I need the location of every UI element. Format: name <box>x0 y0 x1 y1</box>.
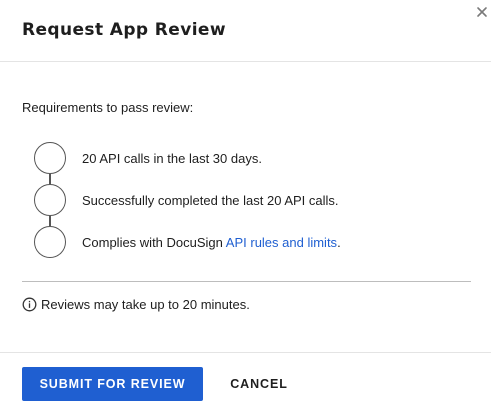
requirement-item: Successfully completed the last 20 API c… <box>34 184 474 226</box>
request-app-review-dialog: Request App Review Requirements to pass … <box>0 0 491 405</box>
step-connector <box>49 174 51 184</box>
requirement-text: Complies with DocuSign API rules and lim… <box>82 235 341 250</box>
dialog-footer: SUBMIT FOR REVIEW CANCEL <box>0 352 491 405</box>
status-circle-icon <box>34 142 66 174</box>
status-circle-icon <box>34 184 66 216</box>
review-time-note: Reviews may take up to 20 minutes. <box>22 297 250 312</box>
step-connector <box>49 216 51 226</box>
dialog-title: Request App Review <box>22 20 226 40</box>
status-circle-icon <box>34 226 66 258</box>
requirement-item: 20 API calls in the last 30 days. <box>34 142 474 184</box>
info-icon <box>22 297 37 312</box>
api-rules-link[interactable]: API rules and limits <box>226 235 337 250</box>
requirement-text: Successfully completed the last 20 API c… <box>82 193 339 208</box>
requirements-intro: Requirements to pass review: <box>22 100 194 115</box>
requirement-item: Complies with DocuSign API rules and lim… <box>34 226 474 268</box>
cancel-button[interactable]: CANCEL <box>222 367 296 401</box>
requirement-text: 20 API calls in the last 30 days. <box>82 151 262 166</box>
close-icon <box>477 7 487 17</box>
note-text: Reviews may take up to 20 minutes. <box>41 297 250 312</box>
requirement-text-suffix: . <box>337 235 341 250</box>
close-button[interactable] <box>474 4 490 20</box>
submit-for-review-button[interactable]: SUBMIT FOR REVIEW <box>22 367 203 401</box>
divider <box>22 281 471 282</box>
requirement-text-prefix: Complies with DocuSign <box>82 235 226 250</box>
dialog-header: Request App Review <box>0 0 491 62</box>
requirements-list: 20 API calls in the last 30 days. Succes… <box>34 142 474 268</box>
